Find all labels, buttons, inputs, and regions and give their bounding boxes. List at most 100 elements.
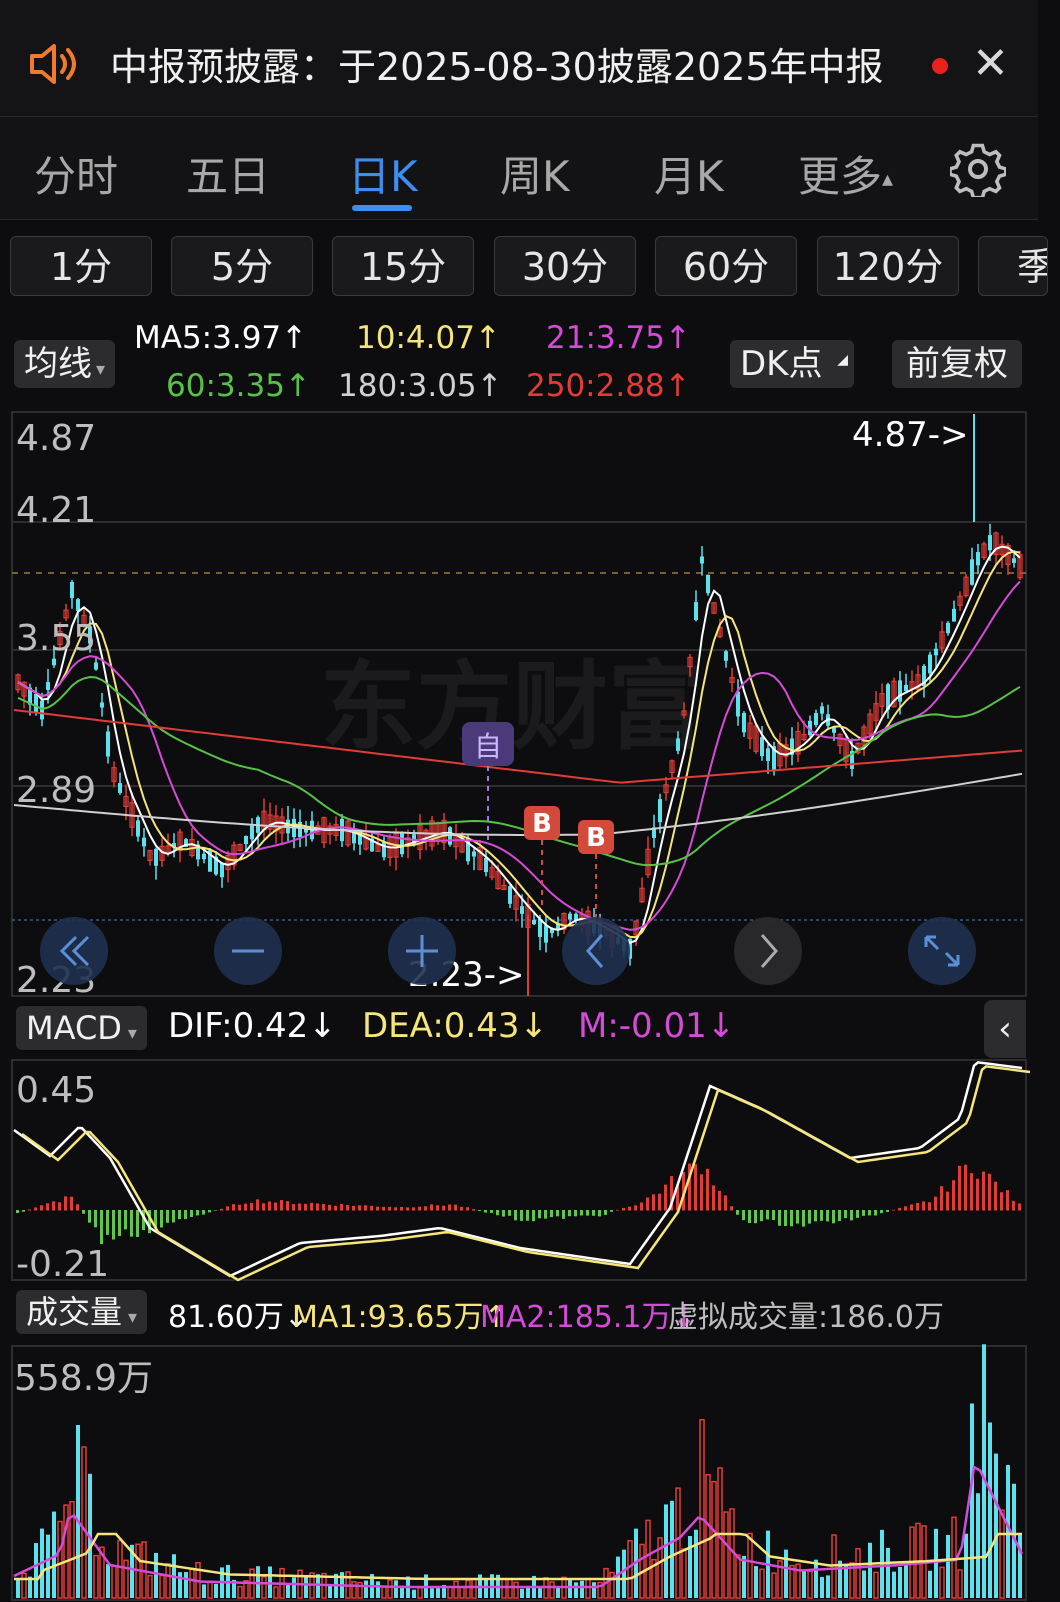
double-left-icon[interactable] — [40, 917, 108, 985]
macd-bar — [856, 1210, 859, 1218]
collapse-left-icon[interactable]: ‹ — [984, 1000, 1026, 1058]
macd-bar — [712, 1185, 715, 1211]
macd-bar — [988, 1173, 991, 1211]
macd-bar — [190, 1210, 193, 1218]
gear-icon[interactable] — [950, 141, 1006, 197]
macd-bar — [280, 1200, 283, 1211]
macd-bar — [586, 1210, 589, 1216]
volume-bar — [520, 1588, 524, 1598]
volume-chart[interactable]: 558.9万 — [0, 1344, 1038, 1602]
period-1min[interactable]: 1分 — [10, 236, 152, 296]
macd-bar — [952, 1180, 955, 1211]
volume-bar — [556, 1587, 560, 1598]
period-5min[interactable]: 5分 — [171, 236, 313, 296]
macd-bar — [904, 1206, 907, 1211]
adjust-mode-button[interactable]: 前复权 — [892, 340, 1022, 388]
period-120min[interactable]: 120分 — [817, 236, 959, 296]
kline-chart[interactable]: 东方财富 4.87 4.21 3.55 2.89 2.23 4.87-> 2.2… — [0, 410, 1038, 998]
macd-bar — [790, 1210, 793, 1227]
volume-bar — [436, 1588, 440, 1598]
left-icon[interactable] — [562, 917, 630, 985]
period-15min[interactable]: 15分 — [332, 236, 474, 296]
dk-point-button[interactable]: DK点 ◢ — [730, 340, 854, 388]
macd-bar — [490, 1210, 493, 1213]
fullscreen-icon[interactable] — [908, 917, 976, 985]
announcement-banner[interactable]: 中报预披露：于2025-08-30披露2025年中报 ✕ — [0, 0, 1038, 117]
macd-bar — [370, 1205, 373, 1211]
macd-bar — [598, 1210, 601, 1217]
macd-bar — [106, 1210, 109, 1235]
volume-bar — [286, 1584, 290, 1598]
tab-intraday[interactable]: 分时 — [34, 143, 118, 204]
macd-bar — [250, 1202, 253, 1211]
zoom-in-icon[interactable] — [388, 917, 456, 985]
virtual-volume: 虚拟成交量:186.0万 — [668, 1300, 944, 1335]
volume-bar — [982, 1344, 986, 1598]
ma-selector[interactable]: 均线 ▾ — [14, 340, 116, 388]
macd-bar — [388, 1206, 391, 1211]
ma10-value: 10:4.07↑ — [356, 320, 501, 356]
tab-daily-k[interactable]: 日K — [348, 143, 418, 204]
macd-y-top: 0.45 — [16, 1070, 96, 1111]
macd-bar — [88, 1210, 91, 1223]
macd-chart[interactable]: 0.45 -0.21 — [0, 1058, 1038, 1282]
macd-bar — [454, 1204, 457, 1211]
volume-bar — [394, 1580, 398, 1598]
macd-bar — [574, 1210, 577, 1217]
macd-bar — [736, 1210, 739, 1215]
banner-text[interactable]: 中报预披露：于2025-08-30披露2025年中报 — [110, 36, 884, 91]
close-icon[interactable]: ✕ — [972, 38, 1009, 90]
self-select-label: 自 — [474, 730, 502, 763]
macd-bar — [652, 1194, 655, 1211]
volume-bar — [670, 1500, 674, 1598]
macd-bar — [220, 1208, 223, 1211]
right-icon[interactable] — [734, 917, 802, 985]
macd-bar — [178, 1210, 181, 1220]
macd-bar — [268, 1201, 271, 1211]
volume-bar — [988, 1422, 992, 1598]
macd-bar — [52, 1201, 55, 1211]
y-label-max: 4.87 — [16, 418, 96, 459]
zoom-out-icon[interactable] — [214, 917, 282, 985]
tab-more[interactable]: 更多▴ — [798, 143, 893, 204]
macd-bar — [550, 1210, 553, 1218]
period-quarter[interactable]: 季 — [978, 236, 1048, 296]
macd-bar — [556, 1210, 559, 1217]
macd-bar — [760, 1210, 763, 1222]
macd-bar — [628, 1206, 631, 1211]
macd-bar — [964, 1164, 967, 1211]
macd-bar — [832, 1210, 835, 1224]
volume-bar — [616, 1556, 620, 1598]
volume-ma1: MA1:93.65万↑ — [292, 1300, 509, 1335]
volume-selector[interactable]: 成交量 ▾ — [16, 1290, 148, 1334]
volume-bar — [430, 1588, 434, 1598]
volume-bar — [622, 1549, 626, 1598]
corner-triangle-icon: ◢ — [837, 352, 848, 368]
macd-bar — [304, 1203, 307, 1211]
volume-bar — [214, 1583, 218, 1598]
volume-bar — [526, 1587, 530, 1598]
macd-bar — [976, 1178, 979, 1211]
volume-bar — [568, 1579, 572, 1598]
macd-bar — [64, 1196, 67, 1211]
volume-bar — [538, 1588, 542, 1598]
macd-bar — [718, 1190, 721, 1211]
macd-selector[interactable]: MACD ▾ — [16, 1006, 147, 1050]
macd-bar — [928, 1202, 931, 1211]
macd-bar — [232, 1204, 235, 1211]
macd-bar — [112, 1210, 115, 1240]
macd-bar — [76, 1204, 79, 1211]
period-30min[interactable]: 30分 — [494, 236, 636, 296]
macd-bar — [472, 1209, 475, 1211]
volume-bar — [154, 1552, 158, 1598]
macd-y-bottom: -0.21 — [16, 1244, 109, 1282]
macd-bar — [442, 1205, 445, 1211]
tab-five-day[interactable]: 五日 — [186, 143, 270, 204]
macd-bar — [826, 1210, 829, 1222]
macd-bar — [892, 1209, 895, 1211]
macd-bar — [532, 1210, 535, 1222]
tab-weekly-k[interactable]: 周K — [500, 143, 570, 204]
ma180-value: 180:3.05↑ — [338, 368, 503, 404]
tab-monthly-k[interactable]: 月K — [654, 143, 724, 204]
period-60min[interactable]: 60分 — [655, 236, 797, 296]
